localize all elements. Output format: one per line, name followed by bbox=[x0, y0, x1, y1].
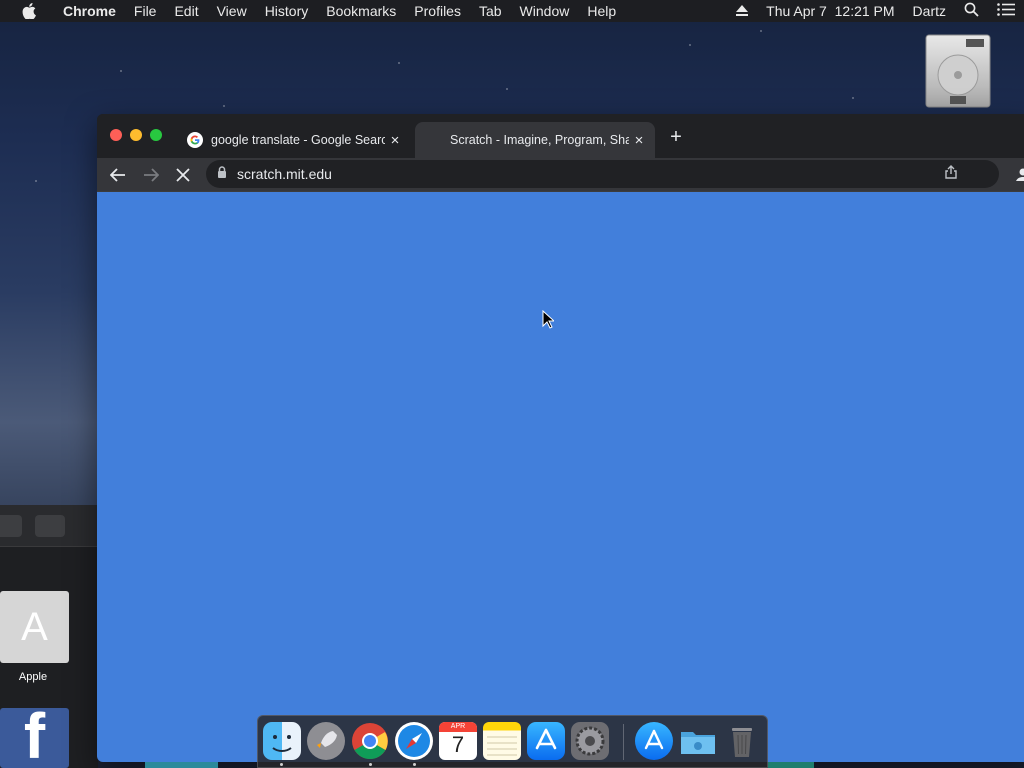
share-icon[interactable] bbox=[945, 164, 957, 184]
tab-scratch[interactable]: Scratch - Imagine, Program, Share × bbox=[415, 122, 655, 158]
browser-toolbar: scratch.mit.edu bbox=[97, 158, 1024, 192]
forward-button[interactable] bbox=[0, 515, 22, 537]
app-store-icon[interactable] bbox=[527, 722, 565, 760]
address-bar[interactable]: scratch.mit.edu bbox=[206, 160, 999, 188]
running-indicator bbox=[413, 763, 416, 766]
dock: APR 7 bbox=[257, 715, 768, 768]
menu-history[interactable]: History bbox=[256, 0, 318, 22]
lock-icon[interactable] bbox=[217, 165, 227, 183]
desktop-bottom-strip bbox=[768, 762, 814, 768]
notification-center-icon[interactable] bbox=[997, 3, 1015, 19]
menu-app-name[interactable]: Chrome bbox=[54, 0, 125, 22]
menu-tab[interactable]: Tab bbox=[470, 0, 511, 22]
calendar-month: APR bbox=[439, 722, 477, 732]
app-store-download-icon[interactable] bbox=[635, 722, 673, 760]
safari-compass-icon[interactable] bbox=[395, 722, 433, 760]
back-arrow-icon[interactable] bbox=[108, 165, 128, 185]
apple-menu-icon[interactable] bbox=[19, 0, 39, 22]
calendar-day: 7 bbox=[451, 732, 465, 757]
menu-bookmarks[interactable]: Bookmarks bbox=[317, 0, 405, 22]
profile-avatar-icon[interactable] bbox=[1012, 164, 1024, 186]
menu-help[interactable]: Help bbox=[578, 0, 625, 22]
new-tab-button[interactable]: + bbox=[667, 127, 685, 147]
launchpad-rocket-icon[interactable] bbox=[307, 722, 345, 760]
running-indicator bbox=[369, 763, 372, 766]
downloads-folder-icon[interactable] bbox=[679, 722, 717, 760]
spotlight-search-icon[interactable] bbox=[964, 2, 979, 20]
page-content-loading[interactable] bbox=[97, 192, 1024, 762]
url-text[interactable]: scratch.mit.edu bbox=[237, 166, 332, 182]
tab-google-translate[interactable]: google translate - Google Search × bbox=[175, 122, 411, 158]
chrome-icon[interactable] bbox=[351, 722, 389, 760]
background-window-toolbar bbox=[0, 505, 98, 547]
menubar-user[interactable]: Dartz bbox=[913, 3, 946, 19]
trash-icon[interactable] bbox=[723, 722, 761, 760]
google-g-icon bbox=[187, 132, 203, 148]
menu-profiles[interactable]: Profiles bbox=[405, 0, 470, 22]
forward-arrow-icon[interactable] bbox=[141, 165, 161, 185]
system-preferences-gear-icon[interactable] bbox=[571, 722, 609, 760]
calendar-icon[interactable]: APR 7 bbox=[439, 722, 477, 760]
menu-view[interactable]: View bbox=[208, 0, 256, 22]
sidebar-toggle-icon[interactable] bbox=[35, 515, 65, 537]
tab-close-icon[interactable]: × bbox=[629, 132, 649, 149]
window-close-button[interactable] bbox=[110, 129, 122, 141]
tab-close-icon[interactable]: × bbox=[385, 132, 405, 149]
window-zoom-button[interactable] bbox=[150, 129, 162, 141]
tab-title: google translate - Google Search bbox=[211, 133, 385, 147]
finder-icon[interactable] bbox=[263, 722, 301, 760]
menu-bar: Chrome File Edit View History Bookmarks … bbox=[0, 0, 1024, 22]
menu-window[interactable]: Window bbox=[511, 0, 579, 22]
font-tile-apple[interactable]: A bbox=[0, 591, 69, 663]
font-tile-label: Apple bbox=[18, 671, 48, 683]
chrome-window: google translate - Google Search × Scrat… bbox=[97, 114, 1024, 762]
menu-edit[interactable]: Edit bbox=[165, 0, 207, 22]
mouse-pointer-icon bbox=[542, 309, 556, 334]
desktop-bottom-strip bbox=[145, 762, 218, 768]
eject-icon[interactable] bbox=[736, 3, 749, 19]
facebook-app-icon[interactable]: f bbox=[0, 708, 69, 768]
hard-drive-icon[interactable] bbox=[922, 33, 994, 109]
notes-icon[interactable] bbox=[483, 722, 521, 760]
dock-separator bbox=[623, 724, 624, 760]
running-indicator bbox=[280, 763, 283, 766]
tab-title: Scratch - Imagine, Program, Share bbox=[450, 133, 629, 147]
tab-strip: google translate - Google Search × Scrat… bbox=[97, 114, 1024, 158]
menubar-clock[interactable]: Thu Apr 7 12:21 PM bbox=[766, 3, 894, 19]
menu-file[interactable]: File bbox=[125, 0, 166, 22]
stop-loading-icon[interactable] bbox=[173, 165, 193, 185]
window-minimize-button[interactable] bbox=[130, 129, 142, 141]
